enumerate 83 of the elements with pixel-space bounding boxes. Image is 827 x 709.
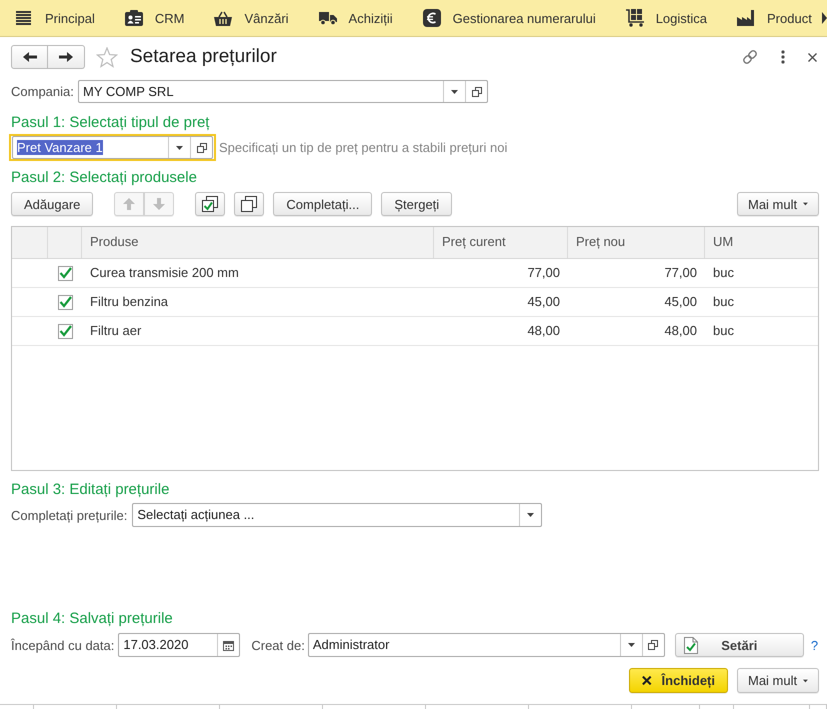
table-cell-text: 45,00 bbox=[663, 293, 698, 311]
caret-icon bbox=[803, 678, 808, 682]
nav-item[interactable]: Vânzări bbox=[214, 10, 289, 26]
stacked-squares-icon bbox=[241, 196, 258, 212]
cart-icon bbox=[626, 9, 644, 27]
right-arrow-icon bbox=[59, 52, 73, 62]
table-cell-text: 48,00 bbox=[663, 322, 698, 340]
checkboxes-icon bbox=[202, 196, 218, 212]
company-label: Compania: bbox=[11, 84, 75, 99]
fill-prices-label: Completați prețurile: bbox=[11, 508, 128, 522]
uncheck-all-button[interactable] bbox=[234, 192, 264, 216]
check-all-button[interactable] bbox=[195, 192, 226, 216]
menu-icon bbox=[16, 11, 31, 25]
star-icon[interactable] bbox=[96, 46, 118, 68]
table-cell-text: 45,00 bbox=[526, 293, 561, 311]
action-select[interactable]: Selectați acțiunea ... bbox=[132, 503, 542, 527]
caret-icon bbox=[451, 90, 458, 94]
start-date-label: Începând cu data: bbox=[11, 638, 114, 652]
checkbox[interactable] bbox=[58, 294, 73, 310]
nav-item[interactable]: CRM bbox=[124, 10, 184, 26]
more-icon[interactable] bbox=[781, 50, 785, 64]
calendar-icon bbox=[223, 640, 234, 650]
table-cell-text: buc bbox=[712, 322, 735, 340]
caret-icon bbox=[628, 643, 635, 647]
settings-button[interactable]: Setări bbox=[674, 633, 804, 657]
caret-icon bbox=[527, 513, 534, 517]
nav-item[interactable]: Product bbox=[737, 10, 812, 26]
basket-icon bbox=[214, 10, 232, 26]
hint-text: Specificați un tip de preț pentru a stabili prețuri noi bbox=[219, 140, 508, 155]
author-label: Creat de: bbox=[251, 638, 305, 652]
overlapping-squares-icon bbox=[196, 142, 206, 152]
overlapping-squares-icon bbox=[472, 86, 482, 96]
forward-button[interactable] bbox=[48, 45, 85, 69]
overlapping-squares-icon bbox=[648, 640, 658, 650]
table-cell-text: buc bbox=[712, 264, 735, 282]
step-heading: Pasul 3: Editați prețurile bbox=[11, 480, 170, 500]
truck-icon bbox=[318, 11, 337, 25]
close-icon[interactable] bbox=[808, 52, 817, 62]
step-heading: Pasul 4: Salvați prețurile bbox=[11, 609, 174, 629]
document-check-icon bbox=[684, 636, 698, 654]
caret-icon bbox=[176, 146, 183, 150]
left-arrow-icon bbox=[22, 52, 36, 62]
down-arrow-icon bbox=[153, 198, 166, 210]
column-header[interactable]: Produse bbox=[82, 227, 434, 258]
author-field[interactable]: Administrator bbox=[308, 633, 665, 657]
up-arrow-icon bbox=[123, 198, 136, 210]
date-field[interactable]: 17.03.2020 bbox=[118, 633, 240, 657]
euro-icon bbox=[422, 9, 441, 27]
toolbar-button[interactable]: Completați... bbox=[273, 192, 372, 216]
link-icon[interactable] bbox=[742, 49, 758, 65]
factory-icon bbox=[737, 10, 756, 26]
toolbar-button[interactable]: Adăugare bbox=[11, 192, 94, 216]
id-card-icon bbox=[124, 10, 143, 26]
more-button[interactable]: Mai mult bbox=[737, 668, 819, 693]
company-field[interactable]: MY COMP SRL bbox=[78, 80, 488, 103]
column-header[interactable]: UM bbox=[705, 227, 818, 258]
back-button[interactable] bbox=[11, 45, 48, 69]
nav-item[interactable]: Gestionarea numerarului bbox=[422, 9, 596, 27]
more-button[interactable]: Mai mult bbox=[737, 192, 819, 216]
table-cell-text: 77,00 bbox=[663, 264, 698, 282]
table-cell-text: 77,00 bbox=[526, 264, 561, 282]
help-link[interactable]: ? bbox=[810, 638, 818, 652]
checkbox[interactable] bbox=[58, 324, 73, 338]
step-heading: Pasul 2: Selectați produsele bbox=[11, 168, 198, 188]
table-cell-text: Curea transmisie 200 mm bbox=[89, 264, 240, 282]
table-cell-text: 48,00 bbox=[526, 322, 561, 340]
toolbar-button[interactable]: Ștergeți bbox=[381, 192, 452, 216]
nav-item[interactable]: Principal bbox=[15, 10, 95, 26]
close-icon bbox=[642, 675, 652, 686]
table-cell-text: Filtru aer bbox=[89, 322, 142, 340]
price-type-field[interactable]: Pret Vanzare 1 bbox=[9, 134, 216, 161]
column-header[interactable]: Preț curent bbox=[434, 227, 568, 258]
checkbox[interactable] bbox=[58, 266, 73, 280]
scroll-arrow-icon[interactable] bbox=[822, 12, 827, 24]
step-heading: Pasul 1: Selectați tipul de preț bbox=[11, 113, 210, 133]
window-title: Setarea prețurilor bbox=[130, 46, 277, 68]
table-cell-text: buc bbox=[712, 293, 735, 311]
caret-icon bbox=[803, 202, 808, 206]
table-cell-text: Filtru benzina bbox=[89, 293, 170, 311]
nav-item[interactable]: Logistica bbox=[626, 9, 708, 27]
column-header[interactable]: Preț nou bbox=[568, 227, 705, 258]
close-button[interactable]: Închideți bbox=[629, 668, 728, 693]
nav-item[interactable]: Achiziții bbox=[318, 10, 393, 26]
